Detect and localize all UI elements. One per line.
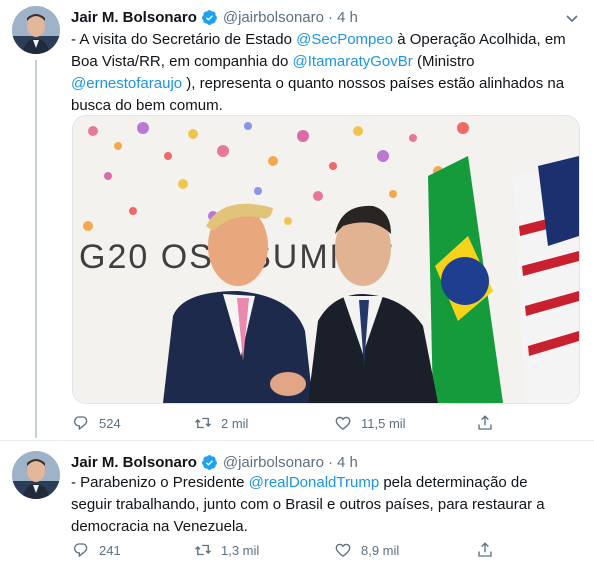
like-button[interactable]: 8,9 mil xyxy=(334,541,399,559)
tweet-text: - A visita do Secretário de Estado @SecP… xyxy=(71,29,571,117)
tweet-photo[interactable]: G20 OSA SUMMIT xyxy=(72,115,580,404)
tweet-text: - Parabenizo o Presidente @realDonaldTru… xyxy=(71,472,571,538)
tweet-timestamp[interactable]: 4 h xyxy=(337,454,358,471)
tweet-header: Jair M. Bolsonaro @jairbolsonaro · 4 h xyxy=(71,451,358,473)
avatar[interactable] xyxy=(12,6,60,54)
mention-link[interactable]: @ernestofaraujo xyxy=(71,75,182,92)
separator-dot: · xyxy=(327,8,333,26)
tweet-header: Jair M. Bolsonaro @jairbolsonaro · 4 h xyxy=(71,6,358,28)
mention-link[interactable]: @ItamaratyGovBr xyxy=(293,53,413,70)
like-count: 8,9 mil xyxy=(361,542,400,558)
author-name[interactable]: Jair M. Bolsonaro xyxy=(71,9,197,26)
retweet-button[interactable]: 2 mil xyxy=(194,414,248,432)
retweet-count: 2 mil xyxy=(221,415,249,431)
reply-icon xyxy=(73,543,88,558)
tweet-text-segment: (Ministro xyxy=(412,53,475,70)
share-icon xyxy=(478,415,492,430)
tweet-text-segment: - A visita do Secretário de Estado xyxy=(71,31,297,48)
tweet[interactable]: Jair M. Bolsonaro @jairbolsonaro · 4 h -… xyxy=(0,0,594,440)
like-icon xyxy=(335,543,351,557)
caret-down-icon[interactable] xyxy=(564,10,580,26)
mention-link[interactable]: @realDonaldTrump xyxy=(249,474,380,491)
retweet-button[interactable]: 1,3 mil xyxy=(194,541,259,559)
tweet-timestamp[interactable]: 4 h xyxy=(337,9,358,26)
mention-link[interactable]: @SecPompeo xyxy=(296,31,393,48)
share-icon xyxy=(478,542,492,557)
share-button[interactable] xyxy=(476,414,503,432)
verified-badge-icon xyxy=(201,9,218,26)
handshake xyxy=(270,372,306,396)
retweet-count: 1,3 mil xyxy=(221,542,260,558)
reply-button[interactable]: 241 xyxy=(72,541,121,559)
reply-count: 241 xyxy=(99,542,121,558)
author-handle[interactable]: @jairbolsonaro xyxy=(223,454,324,471)
author-name[interactable]: Jair M. Bolsonaro xyxy=(71,454,197,471)
avatar[interactable] xyxy=(12,451,60,499)
like-button[interactable]: 11,5 mil xyxy=(334,414,406,432)
share-button[interactable] xyxy=(476,541,503,559)
separator-dot: · xyxy=(327,453,333,471)
reply-icon xyxy=(73,416,88,431)
like-icon xyxy=(335,416,351,430)
retweet-icon xyxy=(195,417,211,429)
reply-button[interactable]: 524 xyxy=(72,414,121,432)
tweet-text-segment: - Parabenizo o Presidente xyxy=(71,474,249,491)
retweet-icon xyxy=(195,544,211,556)
verified-badge-icon xyxy=(201,454,218,471)
reply-count: 524 xyxy=(99,415,121,431)
tweet-actions: 524 2 mil 11,5 mil xyxy=(72,412,512,434)
author-handle[interactable]: @jairbolsonaro xyxy=(223,9,324,26)
like-count: 11,5 mil xyxy=(361,415,406,431)
tweet-actions: 241 1,3 mil 8,9 mil xyxy=(72,539,512,561)
tweet[interactable]: Jair M. Bolsonaro @jairbolsonaro · 4 h -… xyxy=(0,441,594,568)
